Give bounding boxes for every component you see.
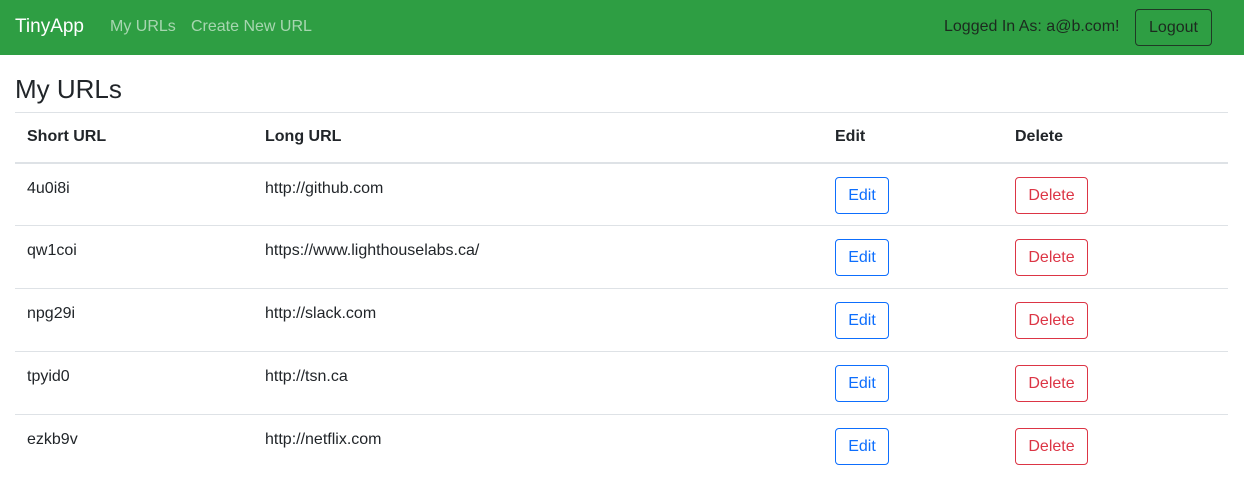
long-url-cell: https://www.lighthouselabs.ca/ [253, 225, 823, 289]
header-short-url: Short URL [15, 112, 253, 164]
navbar: TinyApp My URLs Create New URL Logged In… [0, 0, 1244, 55]
table-header-row: Short URL Long URL Edit Delete [15, 112, 1228, 164]
header-edit: Edit [823, 112, 1003, 164]
brand-link[interactable]: TinyApp [15, 15, 84, 39]
delete-button[interactable]: Delete [1015, 365, 1088, 402]
short-url-cell: tpyid0 [15, 351, 253, 415]
urls-table: Short URL Long URL Edit Delete 4u0i8i ht… [15, 112, 1228, 478]
logout-button[interactable]: Logout [1135, 9, 1212, 46]
edit-cell: Edit [823, 225, 1003, 289]
nav-link-create-new-url[interactable]: Create New URL [191, 17, 312, 37]
edit-button[interactable]: Edit [835, 239, 889, 276]
edit-button[interactable]: Edit [835, 302, 889, 339]
edit-cell: Edit [823, 288, 1003, 352]
delete-cell: Delete [1003, 163, 1228, 226]
short-url-cell: ezkb9v [15, 414, 253, 478]
short-url-text: ezkb9v [27, 431, 78, 448]
long-url-cell: http://tsn.ca [253, 351, 823, 415]
short-url-cell: 4u0i8i [15, 163, 253, 226]
long-url-cell: http://netflix.com [253, 414, 823, 478]
table-row: ezkb9v http://netflix.com Edit Delete [15, 414, 1228, 478]
short-url-cell: npg29i [15, 288, 253, 352]
delete-button[interactable]: Delete [1015, 176, 1088, 214]
table-row: qw1coi https://www.lighthouselabs.ca/ Ed… [15, 225, 1228, 289]
edit-cell: Edit [823, 414, 1003, 478]
table-row: npg29i http://slack.com Edit Delete [15, 288, 1228, 352]
short-url-text: 4u0i8i [27, 179, 70, 197]
edit-button[interactable]: Edit [835, 428, 889, 465]
short-url-cell: qw1coi [15, 225, 253, 289]
table-row: 4u0i8i http://github.com Edit Delete [15, 163, 1228, 226]
logged-in-status: Logged In As: a@b.com! [944, 18, 1120, 35]
delete-button[interactable]: Delete [1015, 239, 1088, 276]
header-delete: Delete [1003, 112, 1228, 164]
delete-cell: Delete [1003, 225, 1228, 289]
edit-cell: Edit [823, 163, 1003, 226]
nav-link-my-urls[interactable]: My URLs [110, 17, 176, 37]
delete-button[interactable]: Delete [1015, 428, 1088, 465]
edit-cell: Edit [823, 351, 1003, 415]
table-body: 4u0i8i http://github.com Edit Delete qw1… [15, 163, 1228, 478]
long-url-text: http://tsn.ca [265, 368, 348, 385]
table-row: tpyid0 http://tsn.ca Edit Delete [15, 351, 1228, 415]
long-url-text: http://github.com [265, 179, 384, 197]
long-url-text: http://netflix.com [265, 431, 382, 448]
short-url-text: qw1coi [27, 242, 77, 259]
long-url-cell: http://slack.com [253, 288, 823, 352]
edit-button[interactable]: Edit [835, 365, 889, 402]
edit-button[interactable]: Edit [835, 176, 889, 214]
long-url-text: https://www.lighthouselabs.ca/ [265, 242, 480, 259]
long-url-cell: http://github.com [253, 163, 823, 226]
delete-button[interactable]: Delete [1015, 302, 1088, 339]
delete-cell: Delete [1003, 351, 1228, 415]
long-url-text: http://slack.com [265, 305, 377, 322]
header-long-url: Long URL [253, 112, 823, 164]
short-url-text: tpyid0 [27, 368, 70, 385]
delete-cell: Delete [1003, 414, 1228, 478]
short-url-text: npg29i [27, 305, 76, 322]
table-header: Short URL Long URL Edit Delete [15, 112, 1228, 164]
page-title: My URLs [15, 74, 122, 104]
delete-cell: Delete [1003, 288, 1228, 352]
